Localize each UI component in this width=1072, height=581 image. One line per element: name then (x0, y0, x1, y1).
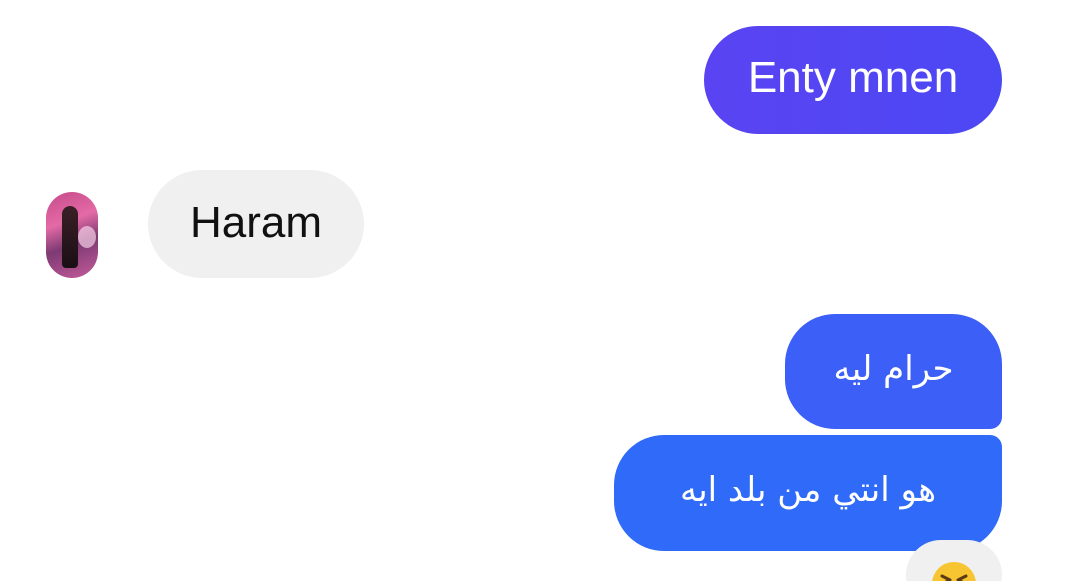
message-text: حرام ليه (833, 348, 954, 389)
avatar-photo-highlight (78, 226, 96, 248)
message-text: هو انتي من بلد ايه (679, 470, 937, 510)
laughing-squint-face-emoji-icon (932, 562, 976, 581)
outgoing-message-bubble[interactable]: حرام ليه (785, 314, 1002, 429)
outgoing-message-bubble[interactable]: هو انتي من بلد ايه (614, 435, 1002, 551)
incoming-message-bubble[interactable]: Haram (148, 170, 364, 278)
chat-conversation: Enty mnen Haram حرام ليه هو انتي من بلد … (0, 0, 1072, 581)
outgoing-message-bubble[interactable]: Enty mnen (704, 26, 1002, 134)
contact-avatar[interactable] (46, 192, 98, 278)
avatar-photo-figure (62, 206, 78, 268)
message-reaction[interactable] (906, 540, 1002, 581)
message-text: Haram (189, 198, 323, 247)
message-text: Enty mnen (747, 53, 959, 102)
